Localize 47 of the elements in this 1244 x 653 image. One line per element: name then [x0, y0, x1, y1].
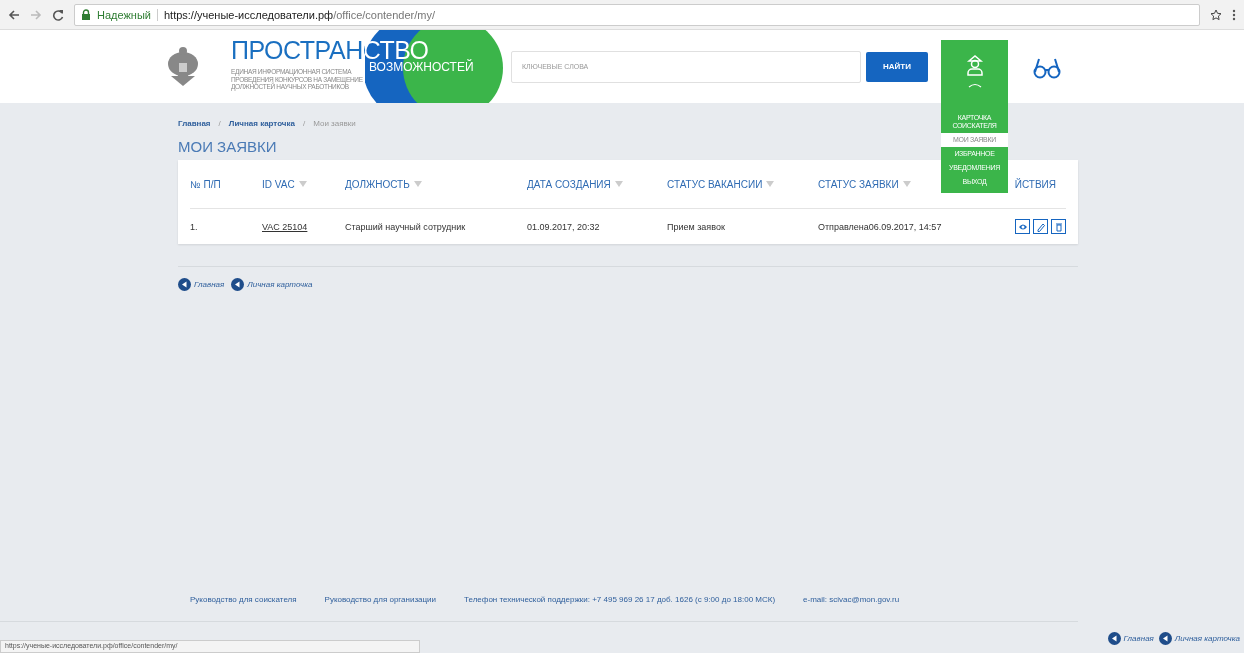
search-button[interactable]: НАЙТИ [866, 51, 928, 82]
breadcrumb-current: Мои заявки [313, 119, 356, 128]
pencil-icon [1035, 221, 1046, 232]
breadcrumb-link[interactable]: Личная карточка [228, 119, 295, 128]
arrow-left-icon [1107, 632, 1121, 645]
lock-icon [81, 9, 91, 20]
more-icon[interactable] [1232, 8, 1236, 21]
arrow-left-icon [1158, 632, 1172, 645]
reload-icon[interactable] [52, 8, 64, 21]
column-header[interactable]: СТАТУС ВАКАНСИИ [667, 178, 818, 190]
column-header[interactable]: ID VAC [262, 178, 345, 190]
address-bar[interactable]: Надежный https://ученые-исследователи.рф/office/contender/my/ [74, 3, 1200, 26]
breadcrumb-separator: / [302, 119, 306, 128]
back-link[interactable]: Главная [194, 280, 225, 289]
bottom-link[interactable]: Личная карточка [1174, 634, 1240, 643]
table-cell-text: Старший научный сотрудник [345, 221, 467, 232]
table-cell-text: Отправлена06.09.2017, 14:57 [818, 221, 943, 232]
column-header[interactable]: ДОЛЖНОСТЬ [345, 178, 527, 190]
back-icon[interactable] [8, 8, 20, 21]
footer-link[interactable]: Руководство для соискателя [190, 595, 297, 621]
footer-link[interactable]: Телефон технической поддержки: +7 495 969 26 17 доб. 1626 (с 9:00 до 18:00 МСК) [464, 595, 776, 621]
column-header: ЙСТВИЯ [1014, 178, 1056, 190]
table-cell-text: Прием заявок [667, 221, 726, 232]
star-icon[interactable] [1210, 8, 1222, 21]
trash-icon [1053, 221, 1064, 232]
url-text: https://ученые-исследователи.рф/office/contender/my/ [163, 8, 436, 21]
edit-button[interactable] [1033, 219, 1048, 234]
table-cell-text: 1. [190, 221, 199, 232]
back-link[interactable]: Личная карточка [247, 280, 313, 289]
bottom-link[interactable]: Главная [1123, 634, 1154, 643]
column-header[interactable]: ДАТА СОЗДАНИЯ [527, 178, 667, 190]
page-title: МОИ ЗАЯВКИ [178, 138, 277, 155]
view-button[interactable] [1015, 219, 1030, 234]
caret-up-icon [967, 82, 982, 88]
breadcrumb-separator: / [218, 119, 221, 128]
footer-link[interactable]: e-mail: scivac@mon.gov.ru [803, 595, 900, 621]
footer-link[interactable]: Руководство для организации [324, 595, 437, 621]
arrow-left-icon [178, 278, 191, 291]
column-header: № П/П [190, 178, 222, 190]
vacancy-link[interactable]: VAC 25104 [262, 221, 308, 232]
column-header[interactable]: СТАТУС ЗАЯВКИ [818, 178, 958, 190]
arrow-left-icon [231, 278, 245, 291]
breadcrumb-link[interactable]: Главная [178, 119, 211, 128]
user-icon [965, 55, 984, 76]
security-label: Надежный [97, 8, 151, 21]
table-cell-text: 01.09.2017, 20:32 [527, 221, 601, 232]
delete-button[interactable] [1051, 219, 1066, 234]
